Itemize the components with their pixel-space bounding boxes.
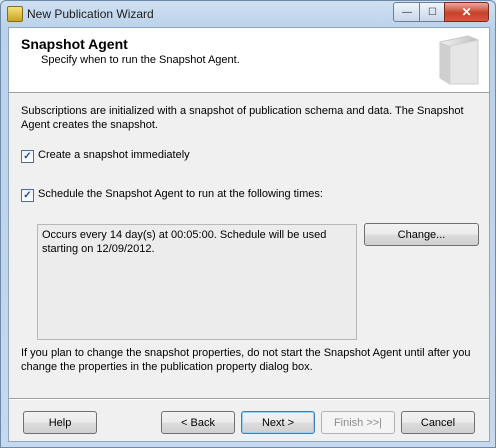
- maximize-icon: ☐: [428, 6, 437, 18]
- schedule-agent-checkbox[interactable]: ✓: [21, 189, 34, 202]
- title-bar[interactable]: New Publication Wizard — ☐ ✕: [1, 1, 495, 27]
- help-button[interactable]: Help: [23, 411, 97, 434]
- minimize-icon: —: [402, 6, 412, 18]
- close-button[interactable]: ✕: [444, 2, 489, 22]
- schedule-agent-label[interactable]: Schedule the Snapshot Agent to run at th…: [38, 188, 323, 200]
- minimize-button[interactable]: —: [393, 2, 421, 22]
- maximize-button[interactable]: ☐: [419, 2, 446, 22]
- schedule-description: Occurs every 14 day(s) at 00:05:00. Sche…: [42, 229, 327, 255]
- checkmark-icon: ✓: [23, 190, 32, 201]
- wizard-body: Snapshot Agent Specify when to run the S…: [8, 27, 490, 442]
- app-icon: [7, 6, 23, 22]
- window-title: New Publication Wizard: [27, 7, 154, 21]
- wizard-banner-icon: [439, 35, 479, 85]
- schedule-description-box: Occurs every 14 day(s) at 00:05:00. Sche…: [37, 224, 357, 340]
- note-text: If you plan to change the snapshot prope…: [21, 347, 471, 373]
- checkmark-icon: ✓: [23, 151, 32, 162]
- wizard-window: New Publication Wizard — ☐ ✕ Snapshot Ag…: [0, 0, 496, 448]
- finish-button: Finish >>|: [321, 411, 395, 434]
- wizard-header: Snapshot Agent Specify when to run the S…: [9, 28, 489, 93]
- create-snapshot-label[interactable]: Create a snapshot immediately: [38, 149, 190, 161]
- back-button[interactable]: < Back: [161, 411, 235, 434]
- create-snapshot-checkbox[interactable]: ✓: [21, 150, 34, 163]
- close-icon: ✕: [461, 5, 472, 19]
- page-subtitle: Specify when to run the Snapshot Agent.: [41, 54, 240, 66]
- next-button[interactable]: Next >: [241, 411, 315, 434]
- cancel-button[interactable]: Cancel: [401, 411, 475, 434]
- intro-text: Subscriptions are initialized with a sna…: [21, 105, 464, 131]
- change-schedule-button[interactable]: Change...: [364, 223, 479, 246]
- footer-divider: [9, 398, 489, 400]
- page-title: Snapshot Agent: [21, 36, 128, 52]
